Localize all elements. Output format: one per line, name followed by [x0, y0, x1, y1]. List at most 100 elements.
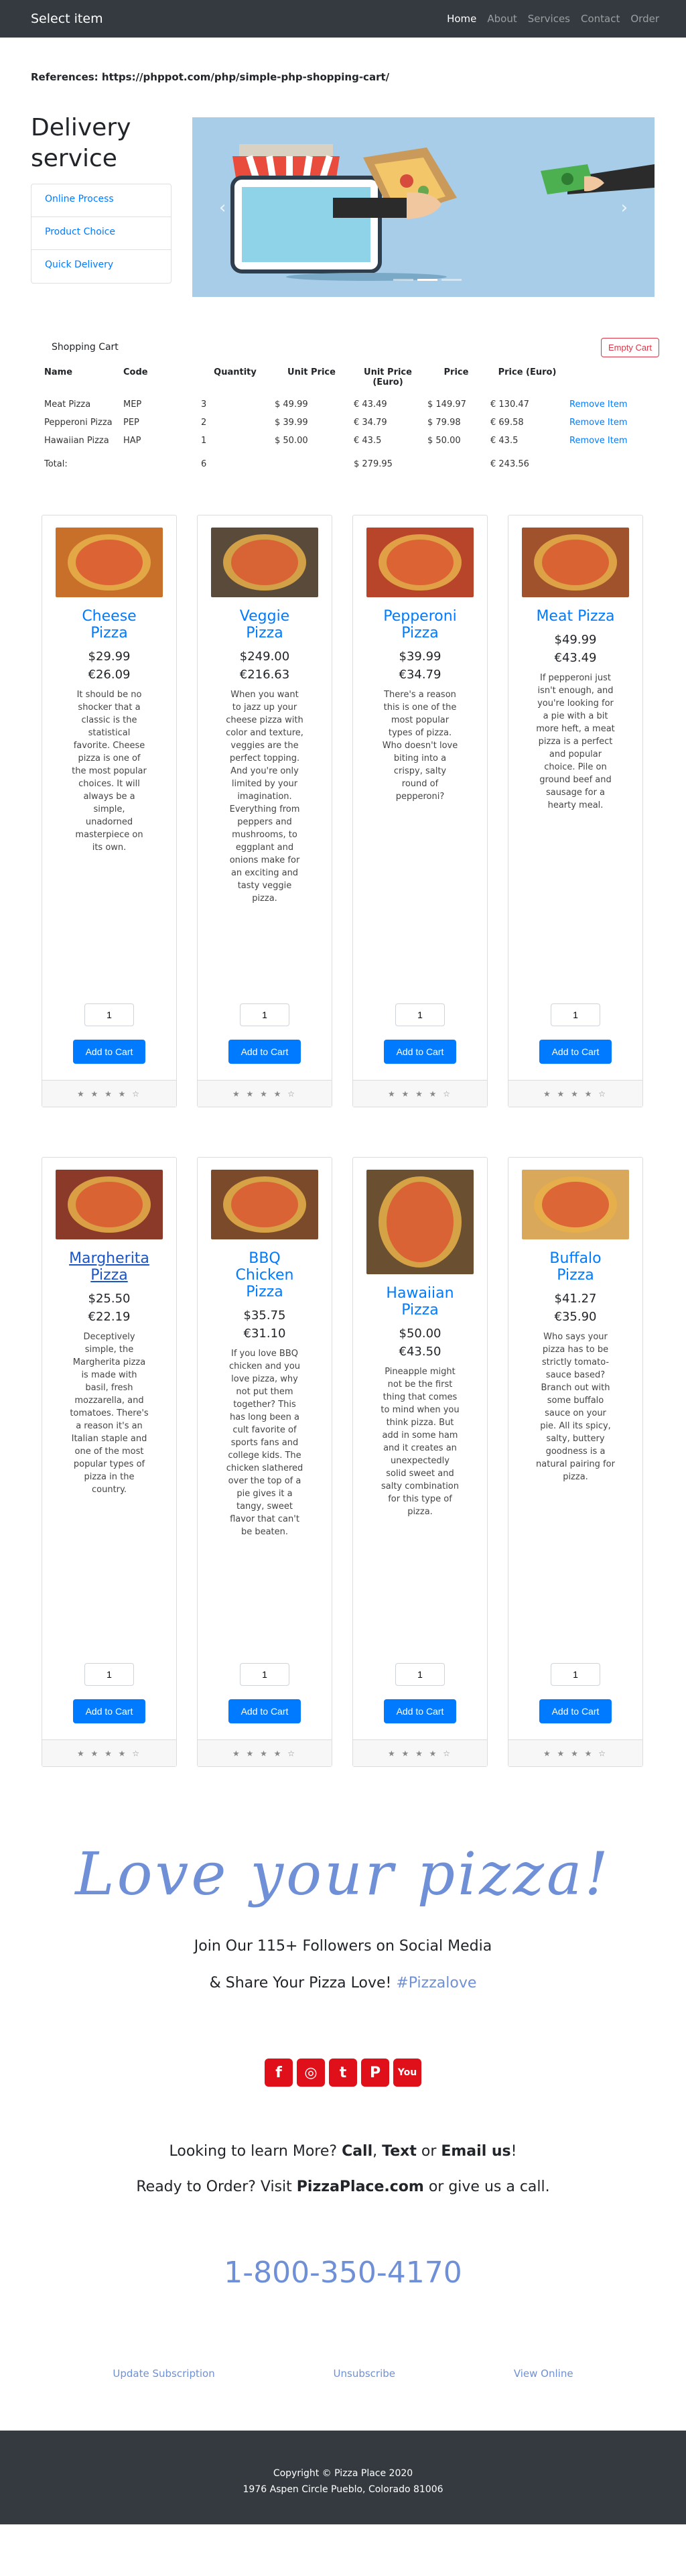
- learn-more-text: Looking to learn More? Call, Text or Ema…: [0, 2143, 686, 2160]
- share-text: & Share Your Pizza Love! #Pizzalove: [0, 1975, 686, 1991]
- ready-to-order-text: Ready to Order? Visit PizzaPlace.com or …: [0, 2179, 686, 2195]
- ready-prefix: Ready to Order? Visit: [136, 2179, 297, 2195]
- share-hashtag[interactable]: #Pizzalove: [396, 1975, 476, 1991]
- col-unit-price: Unit Price: [287, 367, 336, 377]
- cart-cell-qty: 1: [201, 436, 207, 446]
- product-price-euro: €43.49: [554, 651, 597, 665]
- pinterest-icon[interactable]: P: [361, 2059, 389, 2087]
- email-link[interactable]: Email us: [441, 2143, 510, 2160]
- carousel-indicator-3[interactable]: [441, 279, 462, 281]
- add-to-cart-button[interactable]: Add to Cart: [539, 1040, 612, 1064]
- page-footer: Copyright © Pizza Place 2020 1976 Aspen …: [0, 2431, 686, 2524]
- cart-cell-unit: $ 49.99: [275, 400, 308, 410]
- pizza-image: [366, 1170, 474, 1274]
- add-to-cart-button[interactable]: Add to Cart: [73, 1040, 145, 1064]
- copyright-text: Copyright © Pizza Place 2020: [273, 2468, 413, 2479]
- cart-row: Meat Pizza MEP 3 $ 49.99 € 43.49 $ 149.9…: [42, 395, 658, 414]
- pizza-sauce: [76, 1182, 143, 1227]
- remove-item-link[interactable]: Remove Item: [569, 418, 627, 428]
- cart-cell-price-eur: € 130.47: [490, 400, 529, 410]
- cart-cell-name: Meat Pizza: [44, 400, 91, 410]
- carousel-indicator-2[interactable]: [417, 279, 437, 281]
- add-to-cart-button[interactable]: Add to Cart: [73, 1699, 145, 1723]
- cart-cell-price-eur: € 69.58: [490, 418, 524, 428]
- rating-stars: ★ ★ ★ ★ ☆: [42, 1080, 176, 1107]
- view-online-link[interactable]: View Online: [514, 2368, 573, 2380]
- nav-services[interactable]: Services: [523, 13, 575, 25]
- call-link[interactable]: Call: [342, 2143, 372, 2160]
- carousel-indicator-1[interactable]: [393, 279, 413, 281]
- rating-stars: ★ ★ ★ ★ ☆: [198, 1080, 332, 1107]
- add-to-cart-button[interactable]: Add to Cart: [384, 1040, 456, 1064]
- product-price-euro: €22.19: [88, 1310, 131, 1324]
- empty-cart-button[interactable]: Empty Cart: [600, 338, 659, 357]
- quantity-input[interactable]: [551, 1663, 600, 1686]
- product-price-euro: €216.63: [239, 668, 290, 682]
- product-price: $35.75: [243, 1308, 286, 1323]
- pizza-image: [522, 528, 629, 597]
- quantity-input[interactable]: [240, 1663, 289, 1686]
- instagram-icon[interactable]: ◎: [297, 2059, 325, 2087]
- site-link[interactable]: PizzaPlace.com: [297, 2179, 424, 2195]
- quantity-input[interactable]: [551, 1003, 600, 1026]
- product-description: There's a reason this is one of the most…: [382, 690, 458, 802]
- product-name[interactable]: Hawaiian Pizza: [380, 1285, 460, 1318]
- side-item-quick-delivery[interactable]: Quick Delivery: [31, 250, 171, 283]
- learn-prefix: Looking to learn More?: [169, 2143, 342, 2160]
- quantity-input[interactable]: [84, 1663, 134, 1686]
- update-subscription-link[interactable]: Update Subscription: [113, 2368, 214, 2380]
- product-card: BBQ Chicken Pizza $35.75 €31.10 If you love…: [197, 1157, 332, 1767]
- product-name[interactable]: Margherita Pizza: [69, 1250, 149, 1284]
- product-card: Hawaiian Pizza $50.00 €43.50 Pineapple migh…: [352, 1157, 488, 1767]
- nav-home[interactable]: Home: [441, 13, 482, 25]
- product-name[interactable]: Pepperoni Pizza: [380, 608, 460, 641]
- side-list: Online Process Product Choice Quick Deli…: [31, 184, 172, 284]
- quantity-input[interactable]: [395, 1003, 445, 1026]
- rating-stars: ★ ★ ★ ★ ☆: [353, 1739, 487, 1766]
- side-item-online-process[interactable]: Online Process: [31, 184, 171, 217]
- product-name[interactable]: Veggie Pizza: [224, 608, 305, 641]
- quantity-input[interactable]: [84, 1003, 134, 1026]
- share-prefix: & Share Your Pizza Love!: [209, 1975, 397, 1991]
- product-price: $41.27: [554, 1292, 597, 1306]
- add-to-cart-button[interactable]: Add to Cart: [539, 1699, 612, 1723]
- facebook-icon[interactable]: f: [265, 2059, 293, 2087]
- followers-text: Join Our 115+ Followers on Social Media: [194, 1938, 492, 1955]
- product-card: Cheese Pizza $29.99 €26.09 It should be no …: [42, 515, 177, 1107]
- remove-item-link[interactable]: Remove Item: [569, 400, 627, 410]
- carousel-next-icon[interactable]: ›: [621, 198, 628, 218]
- twitter-icon[interactable]: t: [329, 2059, 357, 2087]
- text-link[interactable]: Text: [382, 2143, 417, 2160]
- product-card: Pepperoni Pizza $39.99 €34.79 There's a rea…: [352, 515, 488, 1107]
- nav-contact[interactable]: Contact: [575, 13, 625, 25]
- unsubscribe-link[interactable]: Unsubscribe: [334, 2368, 395, 2380]
- product-description: Pineapple might not be the first thing t…: [381, 1367, 460, 1517]
- product-name[interactable]: BBQ Chicken Pizza: [224, 1250, 305, 1300]
- nav-order[interactable]: Order: [625, 13, 665, 25]
- product-name[interactable]: Meat Pizza: [535, 608, 616, 625]
- product-price: $49.99: [554, 633, 597, 647]
- pizza-sauce: [387, 1182, 454, 1262]
- add-to-cart-button[interactable]: Add to Cart: [228, 1040, 301, 1064]
- quantity-input[interactable]: [395, 1663, 445, 1686]
- quantity-input[interactable]: [240, 1003, 289, 1026]
- love-heading: Love your pizza!: [75, 1839, 611, 1908]
- add-to-cart-button[interactable]: Add to Cart: [384, 1699, 456, 1723]
- hero-carousel[interactable]: ‹ ›: [192, 117, 655, 297]
- side-item-product-choice[interactable]: Product Choice: [31, 217, 171, 250]
- pizza-sauce: [231, 1182, 298, 1227]
- pizza-image: [366, 528, 474, 597]
- col-unit-price-euro: Unit Price (Euro): [364, 367, 412, 387]
- cart-cell-qty: 2: [201, 418, 207, 428]
- product-description: Who says your pizza has to be strictly t…: [536, 1332, 615, 1482]
- youtube-icon[interactable]: You: [393, 2059, 421, 2087]
- carousel-prev-icon[interactable]: ‹: [219, 198, 226, 218]
- product-name[interactable]: Buffalo Pizza: [535, 1250, 616, 1284]
- product-name[interactable]: Cheese Pizza: [69, 608, 149, 641]
- cart-total-label: Total:: [44, 459, 68, 469]
- nav-about[interactable]: About: [482, 13, 522, 25]
- remove-item-link[interactable]: Remove Item: [569, 436, 627, 446]
- add-to-cart-button[interactable]: Add to Cart: [228, 1699, 301, 1723]
- phone-number[interactable]: 1-800-350-4170: [0, 2256, 686, 2290]
- brand-link[interactable]: Select item: [31, 11, 103, 26]
